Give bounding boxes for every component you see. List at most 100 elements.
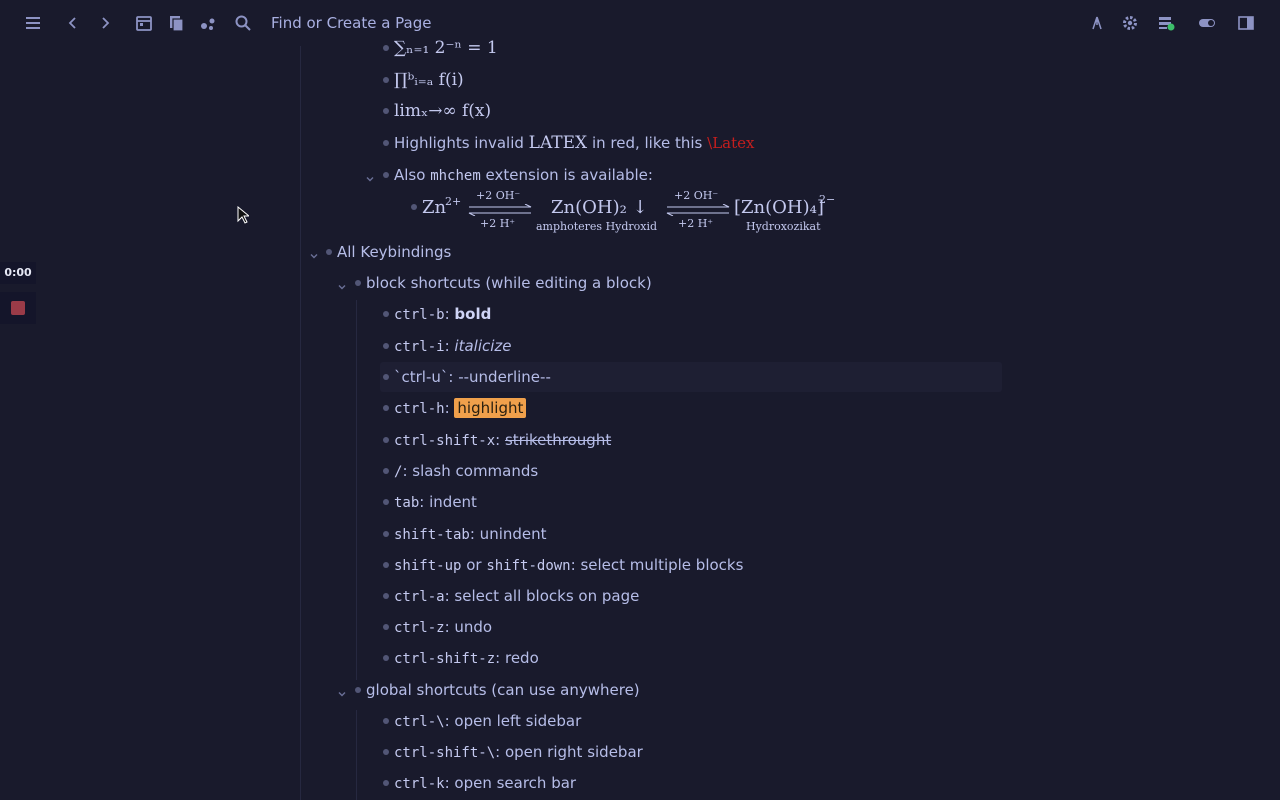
text: : select multiple blocks	[570, 556, 744, 574]
indent-guide	[356, 710, 357, 800]
equilibrium-arrow-icon	[468, 204, 532, 216]
git-icon[interactable]	[1086, 12, 1108, 34]
key: ctrl-shift-z	[394, 651, 496, 667]
settings-icon[interactable]	[1119, 12, 1141, 34]
text: : open left sidebar	[444, 712, 582, 730]
key: shift-up	[394, 558, 462, 574]
inline-code: mhchem	[430, 168, 481, 184]
shortcut-select-multiple: shift-up or shift-down: select multiple …	[394, 553, 743, 578]
chem-arrow-bottom: +2 H⁺	[678, 217, 714, 230]
key: ctrl-a	[394, 589, 445, 605]
chem-label: Hydroxozikat	[746, 220, 821, 233]
bullet-icon	[383, 311, 389, 317]
stop-icon	[11, 301, 25, 315]
equilibrium-arrow-icon	[666, 204, 730, 216]
calendar-icon[interactable]	[133, 12, 155, 34]
shortcut-shift-tab: shift-tab: unindent	[394, 522, 547, 547]
text: Highlights invalid	[394, 134, 529, 152]
bullet-icon	[383, 780, 389, 786]
shortcut-underline-editor[interactable]: `ctrl-u`: --underline--	[394, 365, 551, 389]
text: extension is available:	[480, 166, 653, 184]
forward-icon[interactable]	[94, 12, 116, 34]
math-sum: ∑ₙ₌₁ 2⁻ⁿ = 1	[394, 38, 498, 58]
shortcut-search: ctrl-k: open search bar	[394, 771, 576, 796]
latex-line: Highlights invalid LATEX in red, like th…	[394, 131, 754, 155]
text: Also	[394, 166, 431, 184]
search-input[interactable]: Find or Create a Page	[271, 14, 432, 32]
graph-icon[interactable]	[197, 12, 219, 34]
pages-icon[interactable]	[165, 12, 187, 34]
bullet-icon	[383, 437, 389, 443]
text: italicize	[454, 337, 512, 355]
key: shift-down	[486, 558, 571, 574]
text: bold	[454, 305, 492, 323]
mhchem-line: Also mhchem extension is available:	[394, 163, 653, 188]
menu-icon[interactable]	[22, 12, 44, 34]
text: :	[495, 431, 505, 449]
bullet-icon	[383, 343, 389, 349]
search-icon[interactable]	[232, 12, 254, 34]
bullet-icon	[383, 624, 389, 630]
chem-label: amphoteres Hydroxid	[536, 220, 658, 233]
toggle-icon[interactable]	[1196, 12, 1218, 34]
math-lim: limₓ→∞ f(x)	[394, 101, 492, 121]
shortcut-slash: /: slash commands	[394, 459, 538, 484]
text: : open right sidebar	[495, 743, 643, 761]
bullet-icon	[383, 499, 389, 505]
text: in red, like this	[587, 134, 708, 152]
bullet-icon	[383, 531, 389, 537]
bullet-icon	[383, 593, 389, 599]
shortcut-right-sidebar: ctrl-shift-\: open right sidebar	[394, 740, 643, 765]
chem-znoh2: Zn(OH)₂ ↓	[551, 197, 648, 218]
math-prod: ∏ᵇᵢ₌ₐ f(i)	[394, 70, 464, 90]
chevron-down-icon[interactable]	[336, 683, 348, 697]
chem-charge: 2−	[819, 193, 836, 206]
key: ctrl-k	[394, 776, 445, 792]
text: : select all blocks on page	[444, 587, 640, 605]
highlight-mark: highlight	[454, 398, 527, 418]
key: ctrl-shift-x	[394, 433, 496, 449]
chevron-down-icon[interactable]	[364, 168, 376, 182]
shortcut-bold: ctrl-b: bold	[394, 302, 491, 327]
back-icon[interactable]	[62, 12, 84, 34]
text: or	[461, 556, 487, 574]
chem-arrow-top: +2 OH⁻	[674, 189, 719, 202]
shortcut-strikethrough: ctrl-shift-x: strikethrought	[394, 428, 611, 453]
key: ctrl-shift-\	[394, 745, 496, 761]
bullet-icon	[383, 405, 389, 411]
bullet-icon	[383, 45, 389, 51]
latex-logo: LATEX	[528, 133, 588, 153]
key: ctrl-i	[394, 339, 445, 355]
text: : indent	[419, 493, 477, 511]
shortcut-tab: tab: indent	[394, 490, 477, 515]
chem-arrow-top: +2 OH⁻	[476, 189, 521, 202]
bullet-icon	[383, 749, 389, 755]
indent-guide	[356, 300, 357, 680]
text: : open search bar	[444, 774, 577, 792]
bullet-icon	[355, 687, 361, 693]
text: :	[444, 337, 455, 355]
stop-recording-button[interactable]	[0, 292, 36, 324]
sidebar-icon[interactable]	[1235, 12, 1257, 34]
text: : slash commands	[402, 462, 539, 480]
chevron-down-icon[interactable]	[308, 245, 320, 259]
bullet-icon	[383, 655, 389, 661]
text: :	[444, 305, 455, 323]
chem-arrow-bottom: +2 H⁺	[480, 217, 516, 230]
bullet-icon	[411, 204, 417, 210]
bullet-icon	[383, 77, 389, 83]
text: : unindent	[469, 525, 547, 543]
subsection-title: block shortcuts (while editing a block)	[366, 274, 652, 292]
shortcut-highlight: ctrl-h: highlight	[394, 396, 527, 421]
sync-icon[interactable]	[1155, 12, 1177, 34]
key: tab	[394, 495, 420, 511]
bullet-icon	[326, 249, 332, 255]
key: ctrl-z	[394, 620, 445, 636]
chem-znoh4: [Zn(OH)₄]	[734, 197, 824, 218]
subsection-title: global shortcuts (can use anywhere)	[366, 681, 640, 699]
bullet-icon	[383, 718, 389, 724]
chevron-down-icon[interactable]	[336, 276, 348, 290]
mouse-cursor-icon	[237, 206, 249, 224]
key: ctrl-h	[394, 401, 445, 417]
shortcut-left-sidebar: ctrl-\: open left sidebar	[394, 709, 581, 734]
